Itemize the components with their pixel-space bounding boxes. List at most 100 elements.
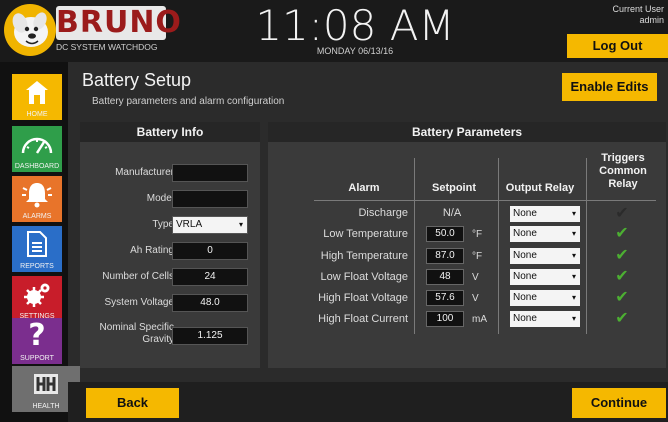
check-glyph: ✔: [615, 247, 629, 264]
header-divider: [314, 200, 656, 201]
clock-time: 11:08 AM: [255, 1, 455, 50]
setpoint-unit: °F: [472, 229, 483, 240]
relay-select-value: None: [513, 313, 537, 324]
chevron-down-icon: ▾: [571, 251, 576, 260]
sidebar-item-home[interactable]: HOME: [12, 74, 62, 122]
setpoint-field[interactable]: 50.0: [426, 226, 464, 242]
output-relay-select[interactable]: None ▾: [510, 248, 580, 264]
gauge-icon: [12, 126, 62, 162]
ah-rating-field[interactable]: 0: [172, 242, 248, 260]
manufacturer-field[interactable]: [172, 164, 248, 182]
specific-gravity-label: Nominal Specific Gravity: [99, 322, 174, 345]
chevron-down-icon: ▾: [571, 209, 576, 218]
output-relay-column-header: Output Relay: [505, 182, 575, 194]
clock-date: MONDAY 06/13/16: [316, 46, 394, 56]
setpoint-field[interactable]: 48: [426, 269, 464, 285]
page-subtitle: Battery parameters and alarm configurati…: [92, 96, 285, 107]
sidebar-item-label: DASHBOARD: [12, 162, 62, 172]
checkmark-icon[interactable]: ✔: [610, 311, 634, 327]
checkmark-icon[interactable]: ✔: [610, 226, 634, 242]
battery-parameters-panel: Battery Parameters Alarm Setpoint Output…: [268, 122, 666, 368]
output-relay-select[interactable]: None ▾: [510, 311, 580, 327]
top-header: BRUNO DC SYSTEM WATCHDOG 11:08 AM MONDAY…: [0, 0, 668, 62]
alarm-name: Discharge: [358, 207, 408, 219]
sidebar-item-support[interactable]: ? SUPPORT: [12, 318, 62, 366]
check-glyph: ✔: [615, 205, 629, 222]
setpoint-unit: mA: [472, 314, 487, 325]
output-relay-select[interactable]: None ▾: [510, 206, 580, 222]
sidebar-item-label: REPORTS: [12, 262, 62, 272]
chevron-down-icon: ▾: [571, 314, 576, 323]
alarm-name: High Float Current: [318, 313, 408, 325]
relay-select-value: None: [513, 292, 537, 303]
triggers-column-header: Triggers Common Relay: [599, 152, 647, 190]
battery-parameters-title: Battery Parameters: [268, 122, 666, 142]
model-field[interactable]: [172, 190, 248, 208]
relay-select-value: None: [513, 250, 537, 261]
current-user-name: admin: [639, 15, 664, 25]
alarm-name: High Float Voltage: [318, 292, 408, 304]
output-relay-select[interactable]: None ▾: [510, 226, 580, 242]
bruno-logo: BRUNO DC SYSTEM WATCHDOG: [4, 4, 181, 58]
sidebar-item-alarms[interactable]: ALARMS: [12, 176, 62, 224]
check-glyph: ✔: [615, 310, 629, 327]
checkmark-icon[interactable]: ✔: [610, 248, 634, 264]
setpoint-field[interactable]: 87.0: [426, 248, 464, 264]
checkmark-icon[interactable]: ✔: [610, 206, 634, 222]
sidebar-item-settings[interactable]: SETTINGS: [12, 276, 62, 324]
alarm-name: Low Float Voltage: [320, 271, 408, 283]
ah-rating-label: Ah Rating: [130, 245, 174, 256]
output-relay-select[interactable]: None ▾: [510, 290, 580, 306]
sidebar-nav: HOME DASHBOARD ALARMS REPORTS SETTINGS ?…: [0, 62, 80, 422]
bell-icon: [12, 176, 62, 212]
setpoint-unit: V: [472, 293, 479, 304]
sidebar-item-dashboard[interactable]: DASHBOARD: [12, 126, 62, 174]
page-title: Battery Setup: [82, 70, 192, 90]
sidebar-item-label: ALARMS: [12, 212, 62, 222]
back-button[interactable]: Back: [86, 388, 179, 418]
checkmark-icon[interactable]: ✔: [610, 290, 634, 306]
setpoint-field[interactable]: 100: [426, 311, 464, 327]
current-user-label: Current User: [612, 4, 664, 14]
continue-button[interactable]: Continue: [572, 388, 666, 418]
sidebar-item-label: SUPPORT: [12, 354, 62, 364]
current-user: Current User admin: [584, 4, 664, 26]
setpoint-field[interactable]: 57.6: [426, 290, 464, 306]
sidebar-item-reports[interactable]: REPORTS: [12, 226, 62, 274]
checkmark-icon[interactable]: ✔: [610, 269, 634, 285]
column-divider: [498, 158, 499, 334]
chevron-down-icon: ▾: [571, 229, 576, 238]
output-relay-select[interactable]: None ▾: [510, 269, 580, 285]
setpoint-unit: V: [472, 272, 479, 283]
chevron-down-icon: ▾: [571, 293, 576, 302]
relay-select-value: None: [513, 271, 537, 282]
sidebar-item-label: HOME: [12, 110, 62, 120]
home-icon: [12, 74, 62, 110]
type-select-value: VRLA: [176, 219, 203, 230]
type-select[interactable]: VRLA ▾: [172, 216, 248, 234]
type-label: Type: [152, 219, 174, 230]
alarm-name: High Temperature: [320, 250, 408, 262]
specific-gravity-field[interactable]: 1.125: [172, 327, 248, 345]
question-icon: ?: [12, 318, 62, 354]
logout-button[interactable]: Log Out: [567, 34, 668, 58]
relay-select-value: None: [513, 208, 537, 219]
manufacturer-label: Manufacturer: [115, 167, 174, 178]
setpoint-column-header: Setpoint: [432, 182, 476, 194]
brand-tagline: DC SYSTEM WATCHDOG: [56, 42, 158, 52]
column-divider: [414, 158, 415, 334]
alarm-column-header: Alarm: [348, 182, 380, 194]
system-voltage-field[interactable]: 48.0: [172, 294, 248, 312]
battery-info-title: Battery Info: [80, 122, 260, 142]
setpoint-unit: °F: [472, 251, 483, 262]
number-of-cells-label: Number of Cells: [102, 271, 174, 282]
check-glyph: ✔: [615, 225, 629, 242]
column-divider: [586, 158, 587, 334]
document-icon: [12, 226, 62, 262]
number-of-cells-field[interactable]: 24: [172, 268, 248, 286]
model-label: Model: [146, 193, 174, 204]
system-voltage-label: System Voltage: [104, 297, 174, 308]
check-glyph: ✔: [615, 289, 629, 306]
enable-edits-button[interactable]: Enable Edits: [562, 73, 657, 101]
check-glyph: ✔: [615, 268, 629, 285]
